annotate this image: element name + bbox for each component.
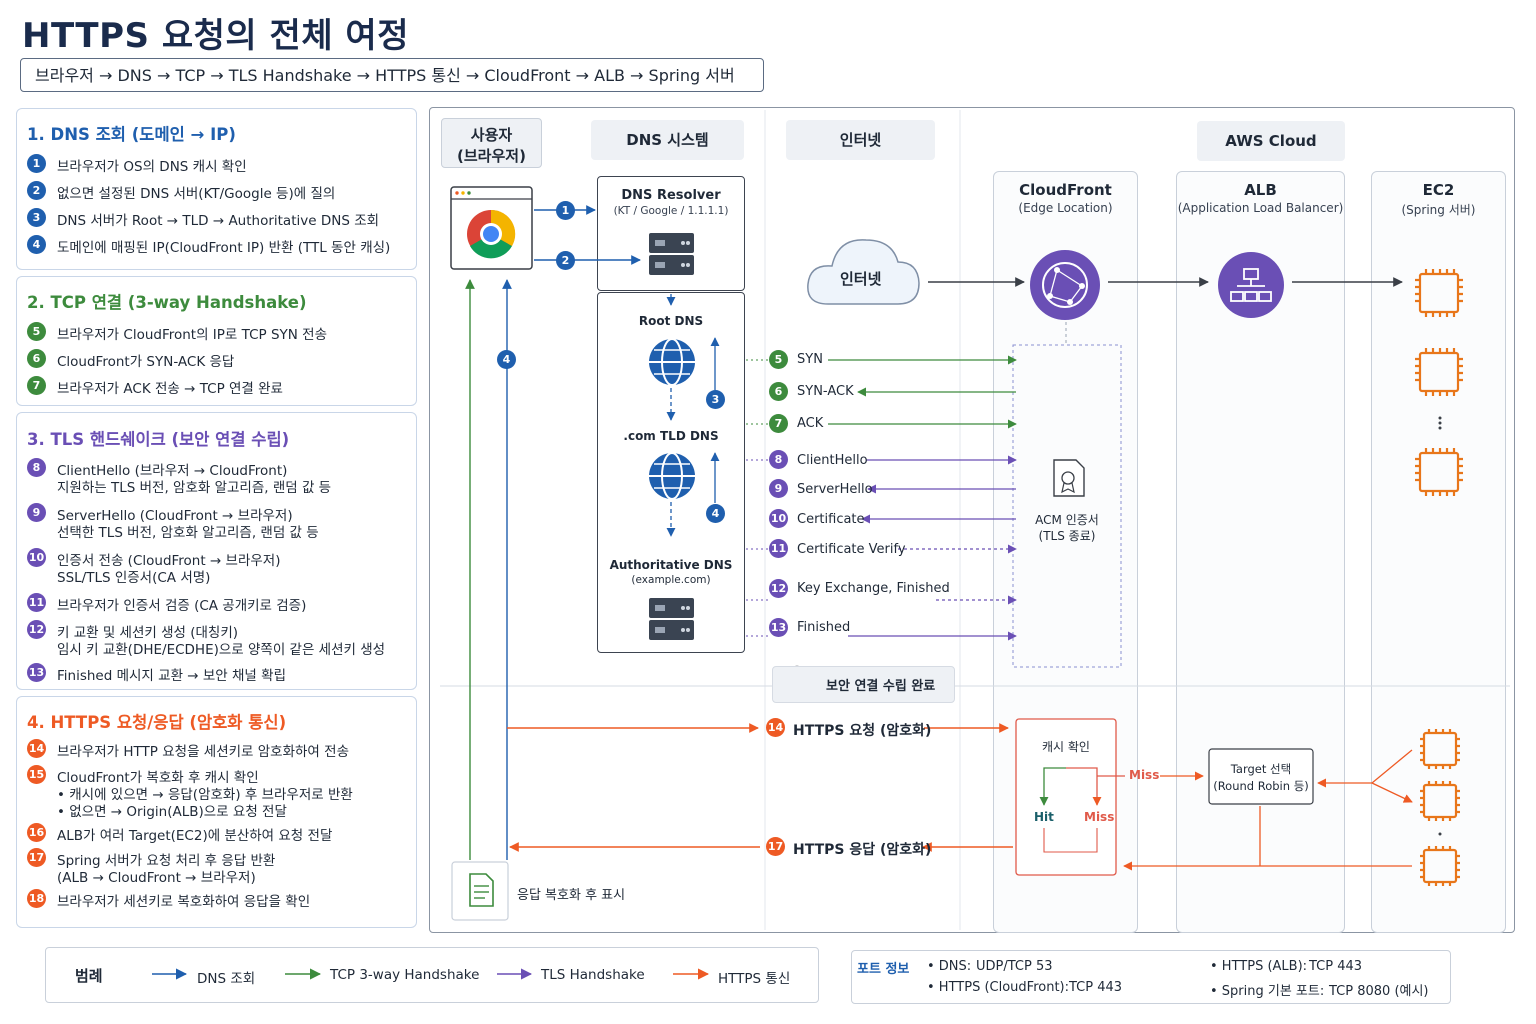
ec2-chip-icon [1420, 846, 1460, 886]
msg-badge: 7 [769, 414, 788, 433]
ec2-chip-icon [1415, 348, 1463, 396]
tls-keyexchange-label: Key Exchange, Finished [797, 581, 950, 596]
msg-badge: 6 [769, 382, 788, 401]
https-response-label: HTTPS 응답 (암호화) [793, 842, 932, 858]
msg-badge: 10 [769, 509, 788, 528]
target-label-line2: (Round Robin 등) [1213, 779, 1309, 793]
tls-finished-label: Finished [797, 620, 851, 635]
https-badge: 14 [766, 718, 785, 737]
cache-hit-label: Hit [1034, 810, 1054, 824]
cloudfront-icon [1030, 250, 1100, 320]
decrypt-display-label: 응답 복호화 후 표시 [517, 888, 626, 903]
msg-badge: 5 [769, 350, 788, 369]
ec2-chip-icon [1415, 448, 1463, 496]
legend-title: 범례 [75, 967, 103, 985]
dns-step-badge: 2 [556, 251, 575, 270]
port-label: • DNS: [927, 959, 972, 974]
port-label: • Spring 기본 포트: [1210, 984, 1325, 999]
legend-label-dns: DNS 조회 [197, 971, 256, 987]
tls-clienthello-label: ClientHello [797, 453, 868, 468]
https-request-label: HTTPS 요청 (암호화) [793, 723, 932, 739]
cache-miss-label: Miss [1084, 810, 1115, 824]
legend-label-tcp: TCP 3-way Handshake [330, 967, 480, 983]
port-label: • HTTPS (ALB): [1210, 959, 1308, 974]
port-label: • HTTPS (CloudFront): [927, 980, 1069, 995]
server-icon [649, 233, 694, 275]
msg-badge: 12 [769, 579, 788, 598]
acm-label-line1: ACM 인증서 [1035, 513, 1099, 527]
port-value: UDP/TCP 53 [976, 959, 1053, 974]
more-dots-icon [1438, 832, 1442, 836]
acm-label-line2: (TLS 종료) [1038, 529, 1096, 543]
document-icon [451, 861, 509, 921]
cloud-label: 인터넷 [840, 270, 882, 288]
certificate-icon [1053, 459, 1085, 497]
alb-icon [1218, 252, 1284, 318]
globe-icon [649, 338, 695, 386]
https-badge: 17 [766, 837, 785, 856]
cache-check-label: 캐시 확인 [1042, 740, 1090, 754]
ec2-chip-icon [1415, 269, 1463, 317]
tcp-ack-label: ACK [797, 416, 824, 431]
globe-icon [649, 452, 695, 500]
server-icon [649, 598, 694, 640]
msg-badge: 8 [769, 450, 788, 469]
ec2-chip-icon [1420, 781, 1460, 821]
dns-step-badge: 4 [706, 504, 725, 523]
tls-termination-zone [1012, 344, 1122, 668]
tls-serverhello-label: ServerHello [797, 482, 873, 497]
tls-cert-verify-label: Certificate Verify [797, 542, 906, 557]
cache-miss-label: Miss [1129, 768, 1160, 782]
flow-diagram [152, 110, 1510, 980]
legend-label-tls: TLS Handshake [541, 967, 645, 983]
dns-step-badge: 3 [706, 390, 725, 409]
legend-label-https: HTTPS 통신 [718, 971, 791, 987]
port-value: TCP 443 [1069, 980, 1123, 995]
more-dots-icon [1438, 416, 1442, 430]
browser-window-icon [450, 186, 533, 270]
dns-step-badge: 1 [556, 201, 575, 220]
msg-badge: 9 [769, 479, 788, 498]
tls-certificate-label: Certificate [797, 512, 865, 527]
tcp-syn-label: SYN [797, 352, 823, 367]
tcp-synack-label: SYN-ACK [797, 384, 854, 399]
msg-badge: 11 [769, 539, 788, 558]
msg-badge: 13 [769, 618, 788, 637]
ec2-chip-icon [1420, 729, 1460, 769]
ports-title: 포트 정보 [857, 962, 910, 977]
port-value: TCP 8080 (예시) [1329, 984, 1429, 999]
target-label-line1: Target 선택 [1230, 762, 1292, 776]
port-value: TCP 443 [1309, 959, 1363, 974]
secure-done-label: 보안 연결 수립 완료 [826, 679, 936, 694]
dns-step-badge: 4 [497, 350, 516, 369]
